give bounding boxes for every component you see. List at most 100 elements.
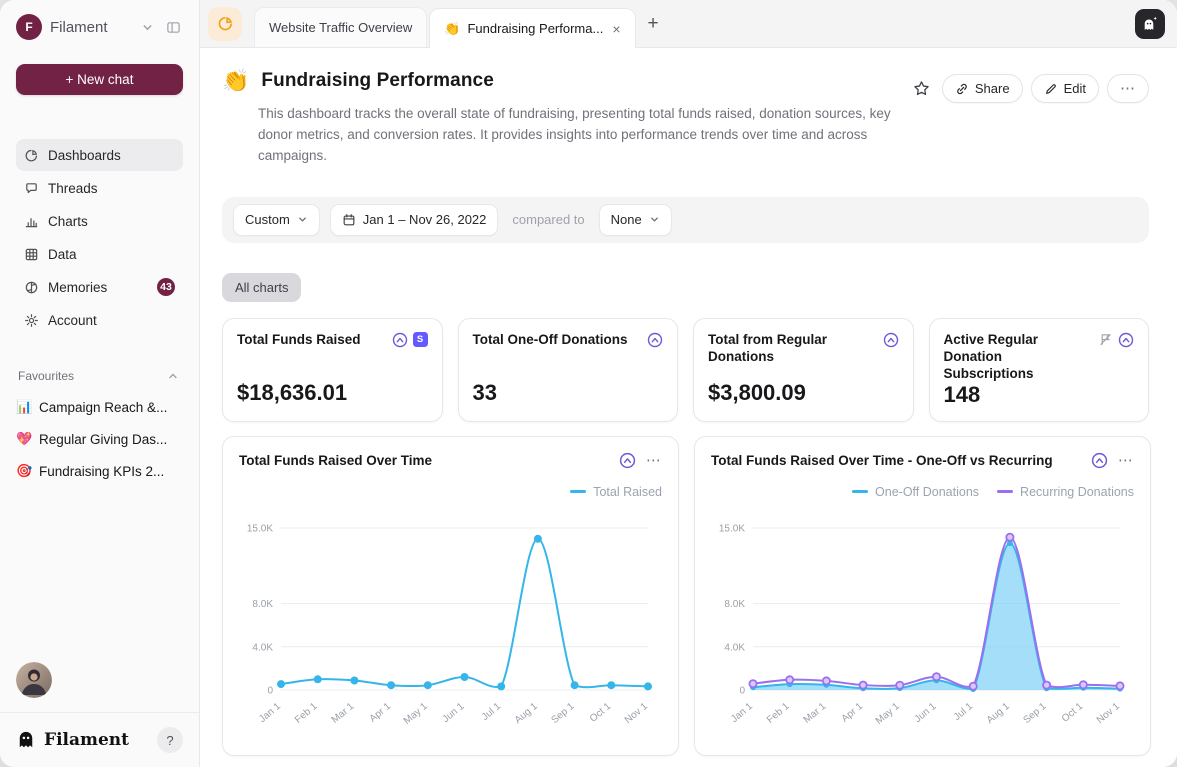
kpi-value: $3,800.09	[708, 380, 899, 408]
sidebar-item-label: Charts	[48, 214, 88, 229]
tab-fundraising-performance[interactable]: 👏 Fundraising Performa... ×	[429, 8, 635, 48]
date-range-value: Jan 1 – Nov 26, 2022	[363, 212, 487, 227]
svg-text:Sep 1: Sep 1	[1021, 700, 1048, 726]
chevron-down-icon[interactable]	[139, 19, 156, 36]
svg-text:Sep 1: Sep 1	[549, 700, 576, 726]
insights-icon[interactable]	[392, 332, 408, 348]
kpi-card-one-off-donations[interactable]: Total One-Off Donations 33	[458, 318, 679, 422]
svg-text:15.0K: 15.0K	[247, 523, 273, 534]
favourite-item[interactable]: 💖 Regular Giving Das...	[16, 426, 183, 452]
dashboard-content: 👏 Fundraising Performance This dashboard…	[200, 48, 1177, 767]
sidebar-item-charts[interactable]: Charts	[16, 205, 183, 237]
stripe-icon: S	[413, 332, 428, 347]
kpi-value: 148	[944, 382, 1135, 410]
insights-icon[interactable]	[883, 332, 899, 348]
ellipsis-icon[interactable]: ⋯	[646, 457, 662, 465]
all-charts-chip[interactable]: All charts	[222, 273, 301, 302]
svg-text:Mar 1: Mar 1	[802, 700, 829, 725]
favourite-item[interactable]: 🎯 Fundraising KPIs 2...	[16, 458, 183, 484]
svg-text:Nov 1: Nov 1	[1095, 700, 1122, 725]
brand-footer: Filament ?	[16, 727, 183, 753]
svg-text:Aug 1: Aug 1	[985, 700, 1012, 726]
ghost-icon	[16, 730, 36, 750]
favourite-star-button[interactable]	[909, 76, 934, 101]
kpi-title: Total One-Off Donations	[473, 332, 642, 349]
workspace-switcher[interactable]: F Filament	[16, 14, 183, 40]
favourites-header[interactable]: Favourites	[16, 368, 183, 384]
svg-text:Aug 1: Aug 1	[513, 700, 540, 726]
svg-text:Jan 1: Jan 1	[257, 700, 283, 724]
sidebar-item-account[interactable]: Account	[16, 304, 183, 336]
brand-name: Filament	[44, 730, 149, 750]
tab-label: Fundraising Performa...	[467, 21, 603, 36]
kpi-card-regular-donations[interactable]: Total from Regular Donations $3,800.09	[693, 318, 914, 422]
close-icon[interactable]: ×	[612, 22, 620, 36]
date-range-picker[interactable]: Jan 1 – Nov 26, 2022	[330, 204, 499, 236]
chevron-down-icon	[297, 214, 308, 225]
chevron-down-icon	[649, 214, 660, 225]
legend-swatch	[997, 490, 1013, 493]
pie-chart-icon	[24, 148, 39, 163]
tab-bar: Website Traffic Overview 👏 Fundraising P…	[200, 0, 1177, 48]
more-actions-button[interactable]: ⋯	[1107, 74, 1149, 103]
svg-text:May 1: May 1	[402, 700, 430, 726]
sidebar-collapse-icon[interactable]	[164, 18, 183, 37]
svg-text:Oct 1: Oct 1	[1060, 700, 1086, 724]
sidebar-item-threads[interactable]: Threads	[16, 172, 183, 204]
area-chart-oneoff-vs-recurring[interactable]: 04.0K8.0K15.0KJan 1Feb 1Mar 1Apr 1May 1J…	[711, 501, 1134, 740]
insights-icon[interactable]	[619, 452, 636, 469]
sidebar-nav: Dashboards Threads Charts Data Memories …	[16, 139, 183, 336]
edit-button[interactable]: Edit	[1031, 74, 1099, 103]
kpi-card-total-funds-raised[interactable]: Total Funds Raised S $18,636.01	[222, 318, 443, 422]
favourite-item[interactable]: 📊 Campaign Reach &...	[16, 394, 183, 420]
sidebar-item-label: Account	[48, 313, 97, 328]
sidebar-item-label: Dashboards	[48, 148, 121, 163]
line-chart-total-raised[interactable]: 04.0K8.0K15.0KJan 1Feb 1Mar 1Apr 1May 1J…	[239, 501, 662, 740]
compare-value: None	[611, 212, 642, 227]
header-actions: Share Edit ⋯	[909, 68, 1149, 103]
tab-label: Website Traffic Overview	[269, 20, 412, 35]
chevron-up-icon[interactable]	[165, 368, 181, 384]
svg-text:Apr 1: Apr 1	[368, 700, 394, 724]
legend-label: Total Raised	[593, 485, 662, 499]
sidebar-item-data[interactable]: Data	[16, 238, 183, 270]
svg-text:0: 0	[739, 685, 745, 696]
kpi-title: Total Funds Raised	[237, 332, 386, 349]
assistant-ghost-button[interactable]	[1135, 9, 1165, 39]
flag-slash-icon	[1098, 332, 1113, 347]
sidebar-item-label: Threads	[48, 181, 98, 196]
app-window: F Filament + New chat Dashboards Threads…	[0, 0, 1177, 767]
ellipsis-icon[interactable]: ⋯	[1118, 457, 1134, 465]
range-type-dropdown[interactable]: Custom	[233, 204, 320, 236]
insights-icon[interactable]	[647, 332, 663, 348]
compare-dropdown[interactable]: None	[599, 204, 672, 236]
chart-legend: Total Raised	[239, 485, 662, 499]
favourite-item-label: Fundraising KPIs 2...	[39, 464, 164, 479]
svg-text:Jun 1: Jun 1	[913, 700, 939, 724]
tab-website-traffic-overview[interactable]: Website Traffic Overview	[254, 7, 427, 47]
page-header: 👏 Fundraising Performance This dashboard…	[222, 68, 1149, 167]
insights-icon[interactable]	[1091, 452, 1108, 469]
sidebar-item-dashboards[interactable]: Dashboards	[16, 139, 183, 171]
bar-chart-emoji-icon: 📊	[16, 399, 32, 415]
star-icon	[913, 80, 930, 97]
insights-icon[interactable]	[1118, 332, 1134, 348]
sidebar-item-label: Data	[48, 247, 77, 262]
charts-row: Total Funds Raised Over Time ⋯ Total Rai…	[222, 436, 1149, 756]
bar-chart-icon	[24, 214, 39, 229]
memories-count-badge: 43	[157, 278, 175, 296]
new-chat-button[interactable]: + New chat	[16, 64, 183, 95]
dashboards-home-button[interactable]	[208, 7, 242, 41]
new-tab-button[interactable]: +	[638, 11, 669, 37]
help-button[interactable]: ?	[157, 727, 183, 753]
legend-swatch	[852, 490, 868, 493]
share-button[interactable]: Share	[942, 74, 1023, 103]
svg-text:Feb 1: Feb 1	[293, 700, 320, 725]
kpi-card-active-subscriptions[interactable]: Active Regular Donation Subscriptions 14…	[929, 318, 1150, 422]
sidebar-item-memories[interactable]: Memories 43	[16, 271, 183, 303]
svg-text:Jul 1: Jul 1	[480, 700, 504, 722]
sidebar: F Filament + New chat Dashboards Threads…	[0, 0, 200, 767]
svg-text:Feb 1: Feb 1	[765, 700, 792, 725]
user-avatar[interactable]	[16, 662, 52, 698]
range-type-value: Custom	[245, 212, 290, 227]
